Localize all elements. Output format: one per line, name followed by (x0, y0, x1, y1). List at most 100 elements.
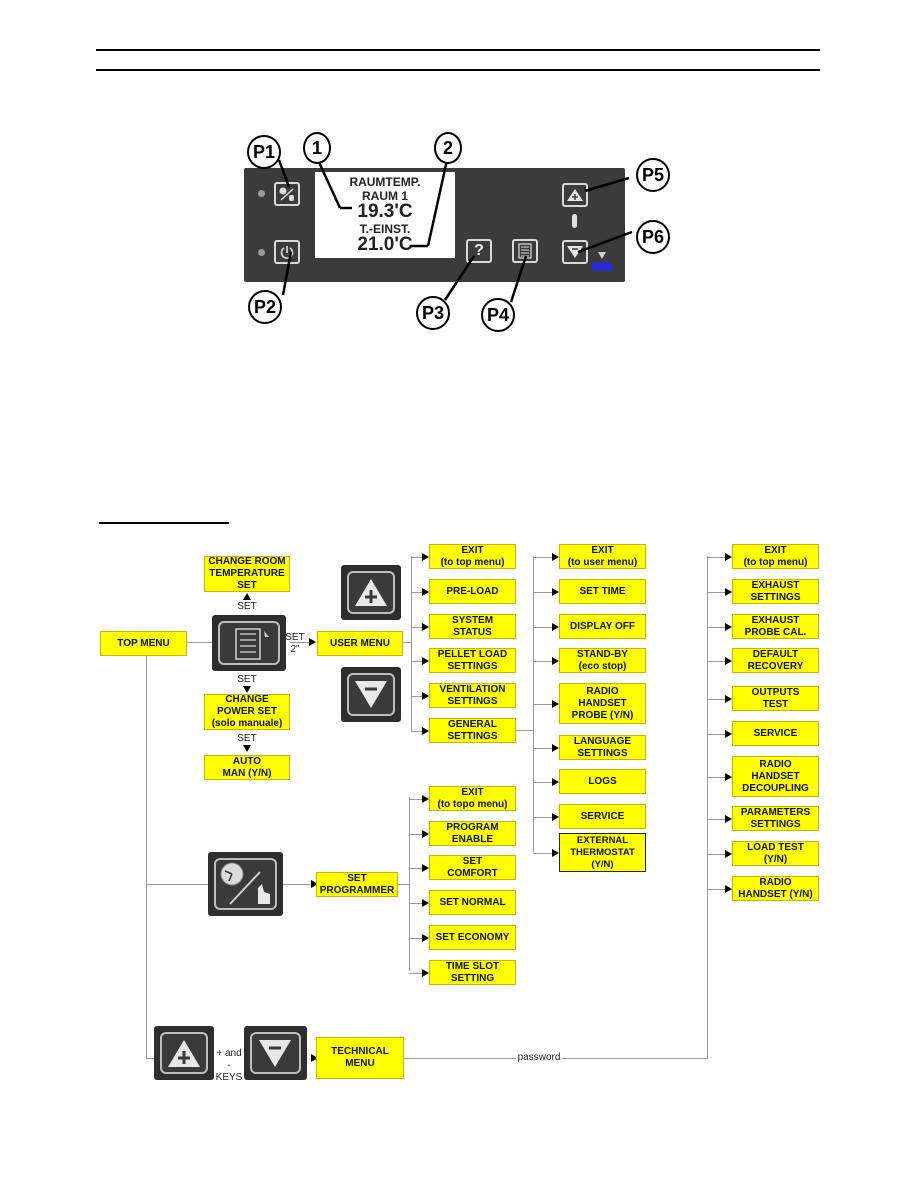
general-settings-item: RADIO HANDSET PROBE (Y/N) (559, 683, 646, 724)
callout-p4: P4 (481, 298, 515, 332)
programmer-key-image (208, 852, 283, 916)
general-settings-item: LANGUAGE SETTINGS (559, 735, 646, 760)
connector (409, 799, 423, 800)
programmer-item: SET NORMAL (429, 890, 516, 915)
connector (707, 556, 708, 1059)
user-menu-item: PRE-LOAD (429, 579, 516, 604)
auto-man-box: AUTO MAN (Y/N) (204, 755, 290, 780)
set-programmer-box: SET PROGRAMMER (316, 872, 398, 897)
connector (707, 592, 726, 593)
connector (516, 730, 534, 731)
connector (707, 699, 726, 700)
programmer-item: SET ECONOMY (429, 925, 516, 950)
minus-key-image (244, 1026, 307, 1080)
arrow (552, 744, 559, 752)
connector (146, 884, 208, 885)
arrow (243, 686, 251, 693)
general-settings-item: EXTERNAL THERMOSTAT (Y/N) (559, 833, 646, 872)
arrow (552, 778, 559, 786)
set-label: SET (237, 674, 257, 685)
programmer-item: SET COMFORT (429, 855, 516, 880)
connector (533, 817, 553, 818)
arrow (422, 623, 429, 631)
connector (533, 557, 553, 558)
connector (533, 853, 553, 854)
general-settings-item: STAND-BY (eco stop) (559, 648, 646, 673)
technical-menu-box: TECHNICAL MENU (316, 1037, 404, 1079)
keys-label: + and - KEYS (215, 1048, 243, 1083)
connector (533, 627, 553, 628)
arrow (725, 885, 732, 893)
arrow (552, 588, 559, 596)
user-menu-item: PELLET LOAD SETTINGS (429, 648, 516, 673)
connector (707, 819, 726, 820)
arrow (725, 815, 732, 823)
connector (533, 592, 553, 593)
callout-p5: P5 (636, 158, 670, 192)
user-menu-item: GENERAL SETTINGS (429, 718, 516, 743)
connector (707, 889, 726, 890)
user-menu-box: USER MENU (317, 631, 403, 656)
programmer-item: EXIT (to topo menu) (429, 786, 516, 811)
connector (533, 704, 553, 705)
technical-item: EXHAUST PROBE CAL. (732, 614, 819, 639)
general-settings-item: DISPLAY OFF (559, 614, 646, 639)
plus-key-image (341, 565, 401, 620)
technical-item: DEFAULT RECOVERY (732, 648, 819, 673)
technical-item: EXIT (to top menu) (732, 544, 819, 569)
menu-key-image (212, 615, 286, 671)
arrow (725, 588, 732, 596)
arrow (422, 588, 429, 596)
technical-item: SERVICE (732, 721, 819, 746)
callout-leaders (277, 159, 633, 303)
arrow (422, 553, 429, 561)
general-settings-item: SET TIME (559, 579, 646, 604)
connector (411, 556, 412, 731)
arrow (552, 849, 559, 857)
arrow (725, 657, 732, 665)
programmer-item: PROGRAM ENABLE (429, 821, 516, 846)
arrow (725, 623, 732, 631)
connector (146, 655, 147, 1059)
connector (409, 903, 423, 904)
arrow (243, 745, 251, 752)
user-menu-item: EXIT (to top menu) (429, 544, 516, 569)
programmer-item: TIME SLOT SETTING (429, 960, 516, 985)
user-menu-item: VENTILATION SETTINGS (429, 683, 516, 708)
plus-triangle-icon (355, 579, 387, 606)
minus-triangle-icon (259, 1040, 291, 1067)
connector (707, 777, 726, 778)
user-menu-item: SYSTEM STATUS (429, 614, 516, 639)
connector (186, 642, 212, 643)
arrow (552, 553, 559, 561)
connector (409, 938, 423, 939)
password-label: password (516, 1052, 562, 1064)
connector (409, 834, 423, 835)
arrow (309, 638, 316, 646)
technical-item: EXHAUST SETTINGS (732, 579, 819, 604)
plus-triangle-icon (168, 1040, 200, 1067)
clock-hand-icon (220, 862, 270, 905)
general-settings-item: LOGS (559, 769, 646, 794)
callout-2: 2 (434, 132, 462, 164)
connector (707, 854, 726, 855)
minus-triangle-icon (355, 681, 387, 708)
connector (533, 782, 553, 783)
callout-p6: P6 (636, 220, 670, 254)
callout-1: 1 (303, 132, 331, 164)
set-label: SET (237, 733, 257, 744)
arrow (422, 830, 429, 838)
arrow (422, 899, 429, 907)
technical-item: RADIO HANDSET DECOUPLING (732, 756, 819, 797)
connector (707, 557, 726, 558)
technical-item: PARAMETERS SETTINGS (732, 806, 819, 831)
arrow (243, 593, 251, 600)
connector (283, 884, 313, 885)
arrow (552, 657, 559, 665)
minus-key-image (341, 667, 401, 722)
connector (707, 734, 726, 735)
arrow (422, 934, 429, 942)
plus-key-image (154, 1026, 214, 1080)
connector (146, 1058, 154, 1059)
arrow (725, 773, 732, 781)
